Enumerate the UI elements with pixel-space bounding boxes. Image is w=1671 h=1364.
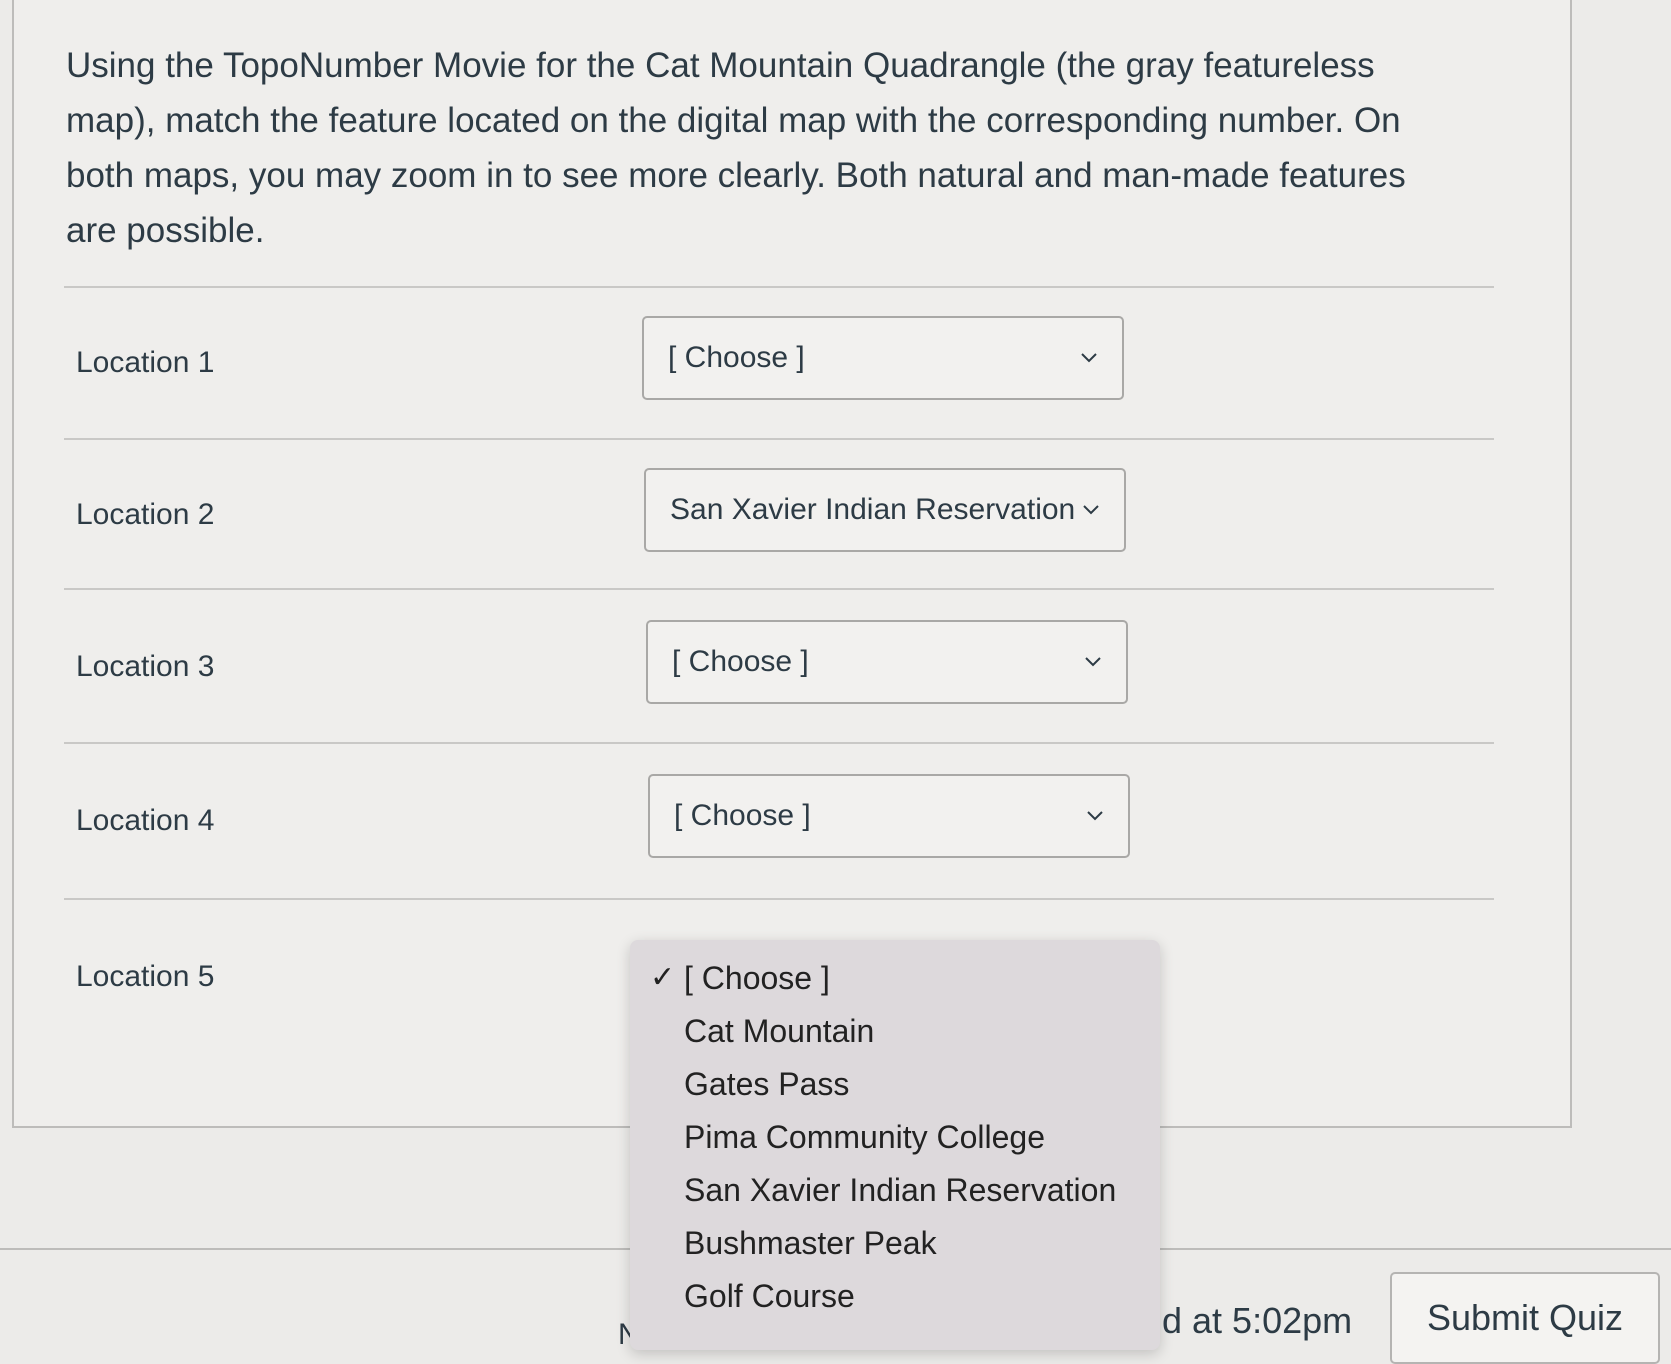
location-4-selected-value: [ Choose ] (674, 799, 811, 832)
location-4-label: Location 4 (76, 804, 215, 837)
checkmark-icon: ✓ (650, 961, 676, 994)
location-5-dropdown-menu[interactable]: [ Choose ] ✓ Cat Mountain Gates Pass Pim… (630, 940, 1160, 1350)
location-5-label: Location 5 (76, 960, 215, 993)
chevron-down-icon (1083, 505, 1099, 515)
row-divider (64, 588, 1494, 590)
location-2-select[interactable]: San Xavier Indian Reservation (644, 468, 1126, 552)
dropdown-option-golf-course[interactable]: Golf Course (684, 1278, 855, 1315)
chevron-down-icon (1085, 657, 1101, 667)
dropdown-option-gates-pass[interactable]: Gates Pass (684, 1066, 849, 1103)
location-1-label: Location 1 (76, 346, 215, 379)
chevron-down-icon (1087, 811, 1103, 821)
row-divider (64, 742, 1494, 744)
question-text: Using the TopoNumber Movie for the Cat M… (66, 46, 1406, 250)
row-divider (64, 898, 1494, 900)
dropdown-option-cat-mountain[interactable]: Cat Mountain (684, 1013, 874, 1050)
location-3-label: Location 3 (76, 650, 215, 683)
location-3-select[interactable]: [ Choose ] (646, 620, 1128, 704)
saved-timestamp: d at 5:02pm (1162, 1300, 1353, 1341)
row-divider (64, 286, 1494, 288)
location-3-selected-value: [ Choose ] (672, 645, 809, 678)
location-2-selected-value: San Xavier Indian Reservation (670, 493, 1076, 526)
dropdown-option-pima-community-college[interactable]: Pima Community College (684, 1119, 1045, 1156)
location-1-select[interactable]: [ Choose ] (642, 316, 1124, 400)
location-1-selected-value: [ Choose ] (668, 341, 805, 374)
chevron-down-icon (1081, 353, 1097, 363)
row-divider (64, 438, 1494, 440)
location-4-select[interactable]: [ Choose ] (648, 774, 1130, 858)
dropdown-option-bushmaster-peak[interactable]: Bushmaster Peak (684, 1225, 937, 1262)
dropdown-option-san-xavier-indian-reservation[interactable]: San Xavier Indian Reservation (684, 1172, 1116, 1209)
location-2-label: Location 2 (76, 498, 215, 531)
dropdown-option-choose[interactable]: [ Choose ] (684, 960, 830, 997)
submit-quiz-button[interactable]: Submit Quiz (1390, 1272, 1660, 1364)
